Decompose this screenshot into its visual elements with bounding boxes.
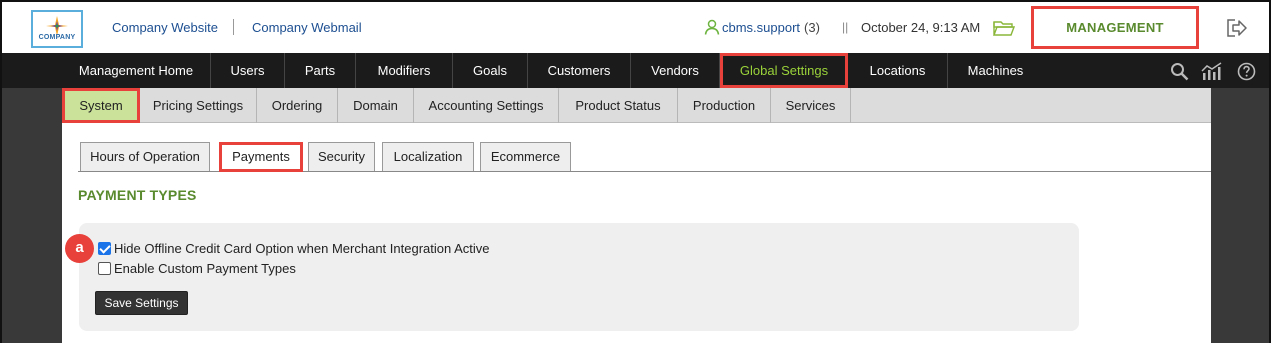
subnav-services[interactable]: Services — [771, 88, 851, 123]
top-bar: COMPANY Company Website Company Webmail … — [2, 2, 1269, 53]
option-enable-custom-payment-types[interactable]: Enable Custom Payment Types — [98, 261, 296, 276]
app-frame: COMPANY Company Website Company Webmail … — [0, 0, 1271, 343]
nav-parts[interactable]: Parts — [285, 53, 356, 88]
search-icon[interactable] — [1170, 62, 1189, 81]
company-logo[interactable]: COMPANY — [31, 10, 83, 48]
datetime: October 24, 9:13 AM — [861, 20, 981, 35]
user-icon — [704, 19, 720, 35]
link-divider — [233, 19, 234, 35]
option-hide-offline-credit-card[interactable]: Hide Offline Credit Card Option when Mer… — [98, 241, 490, 256]
tab-security[interactable]: Security — [308, 142, 375, 171]
help-icon[interactable] — [1237, 62, 1256, 81]
option-label: Enable Custom Payment Types — [114, 261, 296, 276]
content-area: System Pricing Settings Ordering Domain … — [62, 88, 1211, 343]
nav-users[interactable]: Users — [211, 53, 285, 88]
right-gutter — [1211, 88, 1269, 343]
tab-payments[interactable]: Payments — [219, 142, 303, 172]
nav-management-home[interactable]: Management Home — [62, 53, 211, 88]
subnav-system[interactable]: System — [62, 88, 140, 123]
settings-sub-navigation: System Pricing Settings Ordering Domain … — [62, 88, 1211, 123]
nav-vendors[interactable]: Vendors — [631, 53, 720, 88]
subnav-product-status[interactable]: Product Status — [559, 88, 678, 123]
nav-goals[interactable]: Goals — [453, 53, 528, 88]
stats-icon[interactable] — [1201, 62, 1223, 81]
folder-icon[interactable] — [993, 19, 1015, 37]
nav-locations[interactable]: Locations — [848, 53, 948, 88]
option-label: Hide Offline Credit Card Option when Mer… — [114, 241, 490, 256]
current-user[interactable]: cbms.support (3) — [704, 19, 820, 35]
nav-modifiers[interactable]: Modifiers — [356, 53, 453, 88]
user-count: (3) — [804, 20, 820, 35]
main-navigation: Management Home Users Parts Modifiers Go… — [2, 53, 1269, 88]
section-title: PAYMENT TYPES — [78, 187, 197, 203]
subnav-ordering[interactable]: Ordering — [257, 88, 338, 123]
header-separator: || — [842, 20, 849, 34]
company-website-link[interactable]: Company Website — [112, 20, 218, 35]
subnav-production[interactable]: Production — [678, 88, 771, 123]
checkbox-unchecked[interactable] — [98, 262, 111, 275]
payment-options-panel — [79, 223, 1079, 331]
tab-ecommerce[interactable]: Ecommerce — [480, 142, 571, 171]
nav-customers[interactable]: Customers — [528, 53, 631, 88]
logout-icon[interactable] — [1227, 19, 1247, 37]
checkbox-checked[interactable] — [98, 242, 111, 255]
logo-text: COMPANY — [38, 34, 76, 41]
company-webmail-link[interactable]: Company Webmail — [252, 20, 362, 35]
subnav-accounting-settings[interactable]: Accounting Settings — [414, 88, 559, 123]
nav-global-settings[interactable]: Global Settings — [720, 53, 848, 88]
user-name: cbms.support — [722, 20, 801, 35]
save-settings-button[interactable]: Save Settings — [95, 291, 188, 315]
tab-hours-of-operation[interactable]: Hours of Operation — [80, 142, 210, 171]
subnav-pricing-settings[interactable]: Pricing Settings — [140, 88, 257, 123]
tab-localization[interactable]: Localization — [382, 142, 474, 171]
nav-machines[interactable]: Machines — [948, 53, 1043, 88]
management-button[interactable]: MANAGEMENT — [1031, 6, 1199, 49]
callout-badge: a — [65, 234, 94, 263]
subnav-domain[interactable]: Domain — [338, 88, 414, 123]
left-gutter — [2, 88, 62, 343]
